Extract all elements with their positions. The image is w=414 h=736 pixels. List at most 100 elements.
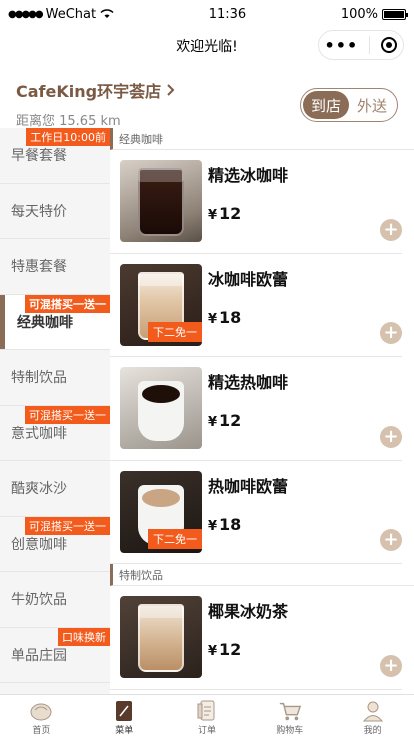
product-image-coconut-milk-tea <box>120 596 202 678</box>
currency-symbol: ¥ <box>208 644 218 659</box>
category-tag: 可混搭买一送一 <box>25 294 110 313</box>
add-to-cart-button[interactable]: + <box>380 218 402 241</box>
sidebar-item-label: 每天特价 <box>11 203 67 220</box>
status-bar: ●●●●● WeChat 11:36 100% <box>0 0 414 28</box>
product-name: 精选冰咖啡 <box>208 166 289 185</box>
clock: 11:36 <box>208 6 247 22</box>
promo-badge: 下二免一 <box>148 528 202 549</box>
add-to-cart-button[interactable]: + <box>380 529 402 551</box>
product-name: 精选热咖啡 <box>208 373 289 392</box>
currency-symbol: ¥ <box>208 518 218 534</box>
order-icon <box>195 699 219 723</box>
sidebar-item-espresso[interactable]: 意式咖啡 可混搭买一送一 <box>0 405 110 461</box>
price-value: 12 <box>219 204 242 223</box>
menu-body: 早餐套餐 工作日10:00前 每天特价 特惠套餐 经典咖啡 可混搭买一送一 特制饮品… <box>0 128 414 694</box>
product-item[interactable]: 下二免一 热咖啡欧蕾 ¥18 + <box>110 461 402 564</box>
profile-icon <box>361 699 385 723</box>
product-price: ¥12 <box>208 411 241 430</box>
tab-profile[interactable]: 我的 <box>331 695 414 736</box>
sidebar-item-label: 特制饮品 <box>11 370 67 387</box>
more-dots-icon[interactable]: ••• <box>325 36 359 55</box>
sidebar-item-label: 酷爽冰沙 <box>11 481 67 498</box>
category-sidebar: 早餐套餐 工作日10:00前 每天特价 特惠套餐 经典咖啡 可混搭买一送一 特制饮品… <box>0 128 110 694</box>
sidebar-item-label: 早餐套餐 <box>11 148 67 165</box>
price-value: 18 <box>219 307 242 327</box>
category-tag: 可混搭买一送一 <box>25 516 110 535</box>
product-name: 冰咖啡欧蕾 <box>208 269 289 289</box>
promo-badge: 下二免一 <box>148 321 202 342</box>
target-circle-icon[interactable] <box>381 37 398 53</box>
product-item[interactable]: 精选冰咖啡 ¥12 + <box>110 150 402 254</box>
chevron-right-icon <box>167 84 175 96</box>
sidebar-item-milk-drinks[interactable]: 牛奶饮品 <box>0 572 110 628</box>
currency-symbol: ¥ <box>208 208 218 223</box>
product-image-iced-au-lait: 下二免一 <box>120 263 202 346</box>
product-item[interactable]: 下二免一 冰咖啡欧蕾 ¥18 + <box>110 254 402 357</box>
product-image-iced-coffee <box>120 160 202 242</box>
product-price: ¥18 <box>208 308 241 327</box>
price-value: 18 <box>219 514 242 534</box>
sidebar-item-smoothie[interactable]: 酷爽冰沙 <box>0 461 110 517</box>
mode-dine-in[interactable]: 到店 <box>303 91 349 119</box>
sidebar-item-label: 牛奶饮品 <box>11 592 67 609</box>
sidebar-item-single-origin[interactable]: 单品庄园 口味换新 <box>0 627 110 683</box>
tab-label: 订单 <box>197 726 216 736</box>
tab-home[interactable]: 首页 <box>0 695 83 736</box>
menu-icon <box>112 699 136 723</box>
battery-status: 100% <box>341 7 408 22</box>
currency-symbol: ¥ <box>208 311 218 327</box>
sidebar-item-creative-coffee[interactable]: 创意咖啡 可混搭买一送一 <box>0 516 110 572</box>
tab-cart[interactable]: 购物车 <box>248 695 331 736</box>
section-title: 特制饮品 <box>110 564 414 586</box>
price-value: 12 <box>219 640 242 659</box>
tab-orders[interactable]: 订单 <box>166 695 249 736</box>
sidebar-item-label: 单品庄园 <box>11 647 67 664</box>
capsule-divider <box>369 36 371 54</box>
store-name: CafeKing环宇荟店 <box>16 82 162 101</box>
cart-icon <box>278 699 302 723</box>
sidebar-item-special-drinks[interactable]: 特制饮品 <box>0 350 110 406</box>
category-tag: 可混搭买一送一 <box>25 405 110 424</box>
navigation-bar: 欢迎光临! ••• <box>0 28 414 64</box>
section-title: 经典咖啡 <box>110 128 414 150</box>
page-title: 欢迎光临! <box>176 39 238 55</box>
category-tag: 口味换新 <box>58 627 110 646</box>
product-image-hot-au-lait: 下二免一 <box>120 470 202 553</box>
product-image-hot-coffee <box>120 367 202 449</box>
add-to-cart-button[interactable]: + <box>380 425 402 448</box>
battery-icon <box>381 8 408 20</box>
sidebar-item-label: 创意咖啡 <box>11 536 67 553</box>
home-icon <box>29 699 53 723</box>
order-mode-toggle: 到店 外送 <box>300 88 398 122</box>
add-to-cart-button[interactable]: + <box>380 654 402 677</box>
tab-label: 首页 <box>32 726 51 736</box>
product-price: ¥12 <box>208 204 241 223</box>
tab-label: 我的 <box>363 726 382 736</box>
mini-program-capsule: ••• <box>318 30 404 60</box>
product-name: 热咖啡欧蕾 <box>208 476 289 496</box>
signal-icon: ●●●●● <box>8 8 44 20</box>
product-price: ¥18 <box>208 515 241 534</box>
sidebar-item-label: 经典咖啡 <box>17 314 73 331</box>
product-price: ¥12 <box>208 640 241 659</box>
bottom-tab-bar: 首页 菜单 订单 购物车 我的 <box>0 694 414 736</box>
tab-label: 菜单 <box>115 726 134 736</box>
wifi-icon <box>100 9 114 18</box>
product-list: 经典咖啡 精选冰咖啡 ¥12 + 下二免一 冰咖啡欧蕾 ¥18 + 精选热咖啡 … <box>110 128 414 694</box>
tab-label: 购物车 <box>276 726 304 736</box>
sidebar-item-value-combo[interactable]: 特惠套餐 <box>0 239 110 295</box>
product-item[interactable]: 精选热咖啡 ¥12 + <box>110 357 402 461</box>
currency-symbol: ¥ <box>208 415 218 430</box>
carrier-name: WeChat <box>45 6 97 22</box>
price-value: 12 <box>219 411 242 430</box>
sidebar-item-breakfast[interactable]: 早餐套餐 工作日10:00前 <box>0 128 110 184</box>
mode-delivery[interactable]: 外送 <box>349 91 395 119</box>
sidebar-item-label: 意式咖啡 <box>11 425 67 442</box>
store-header: CafeKing环宇荟店 距离您 15.65 km 到店 外送 <box>0 64 414 129</box>
tab-menu[interactable]: 菜单 <box>83 695 166 736</box>
sidebar-item-daily-special[interactable]: 每天特价 <box>0 184 110 239</box>
product-name: 椰果冰奶茶 <box>208 602 289 621</box>
product-item[interactable]: 椰果冰奶茶 ¥12 + <box>110 586 402 690</box>
add-to-cart-button[interactable]: + <box>380 322 402 344</box>
sidebar-item-classic-coffee[interactable]: 经典咖啡 可混搭买一送一 <box>0 294 110 350</box>
